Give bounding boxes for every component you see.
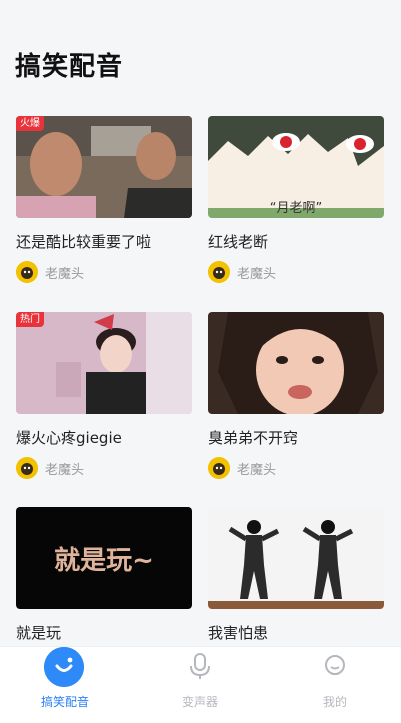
video-thumbnail[interactable]: 热门 — [16, 312, 192, 414]
video-card[interactable]: 热门 爆火心疼giegie 老魔头 — [16, 312, 192, 497]
hot-badge: 火爆 — [16, 116, 44, 131]
video-title[interactable]: 爆火心疼giegie — [16, 427, 122, 448]
avatar — [16, 261, 38, 283]
video-title[interactable]: 我害怕患 — [208, 622, 268, 643]
tab-label: 搞笑配音 — [40, 695, 89, 709]
bottom-tab-bar: 搞笑配音 变声器 我的 — [0, 646, 401, 723]
video-card[interactable]: 我害怕患 — [208, 507, 384, 646]
author-name: 老魔头 — [237, 462, 277, 478]
thumbnail-caption: 就是玩~ — [54, 546, 154, 576]
video-title[interactable]: 还是酷比较重要了啦 — [16, 231, 151, 252]
author-info[interactable]: 老魔头 — [16, 261, 84, 283]
video-thumbnail[interactable]: “月老啊” — [208, 116, 384, 218]
thumbnail-caption: “月老啊” — [270, 201, 322, 216]
avatar — [208, 457, 230, 479]
thumbnail-image — [208, 507, 384, 609]
author-info[interactable]: 老魔头 — [16, 457, 84, 479]
video-title[interactable]: 臭弟弟不开窍 — [208, 427, 298, 448]
video-title[interactable]: 就是玩 — [16, 622, 61, 643]
thumbnail-image: 就是玩~ — [16, 507, 192, 609]
thumbnail-image — [16, 312, 192, 414]
video-thumbnail[interactable]: 火爆 — [16, 116, 192, 218]
video-card[interactable]: 就是玩~ 就是玩 — [16, 507, 192, 646]
video-title[interactable]: 红线老断 — [208, 231, 268, 252]
video-card[interactable]: 火爆 还是酷比较重要了啦 老魔头 — [16, 116, 192, 301]
video-thumbnail[interactable] — [208, 507, 384, 609]
video-thumbnail[interactable]: 就是玩~ — [16, 507, 192, 609]
microphone-icon — [180, 647, 220, 687]
author-name: 老魔头 — [45, 266, 85, 282]
author-info[interactable]: 老魔头 — [208, 457, 276, 479]
thumbnail-image: “月老啊” — [208, 116, 384, 218]
hot-badge: 热门 — [16, 312, 44, 327]
thumbnail-image — [16, 116, 192, 218]
tab-label: 变声器 — [181, 695, 218, 709]
page-title: 搞笑配音 — [15, 52, 124, 82]
tab-label: 我的 — [322, 695, 347, 709]
video-card[interactable]: “月老啊” 红线老断 老魔头 — [208, 116, 384, 301]
author-name: 老魔头 — [237, 266, 277, 282]
thumbnail-image — [208, 312, 384, 414]
tab-funny-dubbing[interactable]: 搞笑配音 — [15, 647, 115, 723]
profile-icon — [315, 647, 355, 687]
smile-icon — [44, 647, 84, 687]
avatar — [16, 457, 38, 479]
tab-mine[interactable]: 我的 — [285, 647, 385, 723]
author-name: 老魔头 — [45, 462, 85, 478]
tab-voice-changer[interactable]: 变声器 — [150, 647, 250, 723]
content-scroll-area[interactable]: 搞笑配音 火爆 还是酷比较重要了啦 老魔头 “月老啊” 红线老断 老魔头 热门 … — [0, 0, 401, 646]
avatar — [208, 261, 230, 283]
video-card[interactable]: 臭弟弟不开窍 老魔头 — [208, 312, 384, 497]
author-info[interactable]: 老魔头 — [208, 261, 276, 283]
video-thumbnail[interactable] — [208, 312, 384, 414]
